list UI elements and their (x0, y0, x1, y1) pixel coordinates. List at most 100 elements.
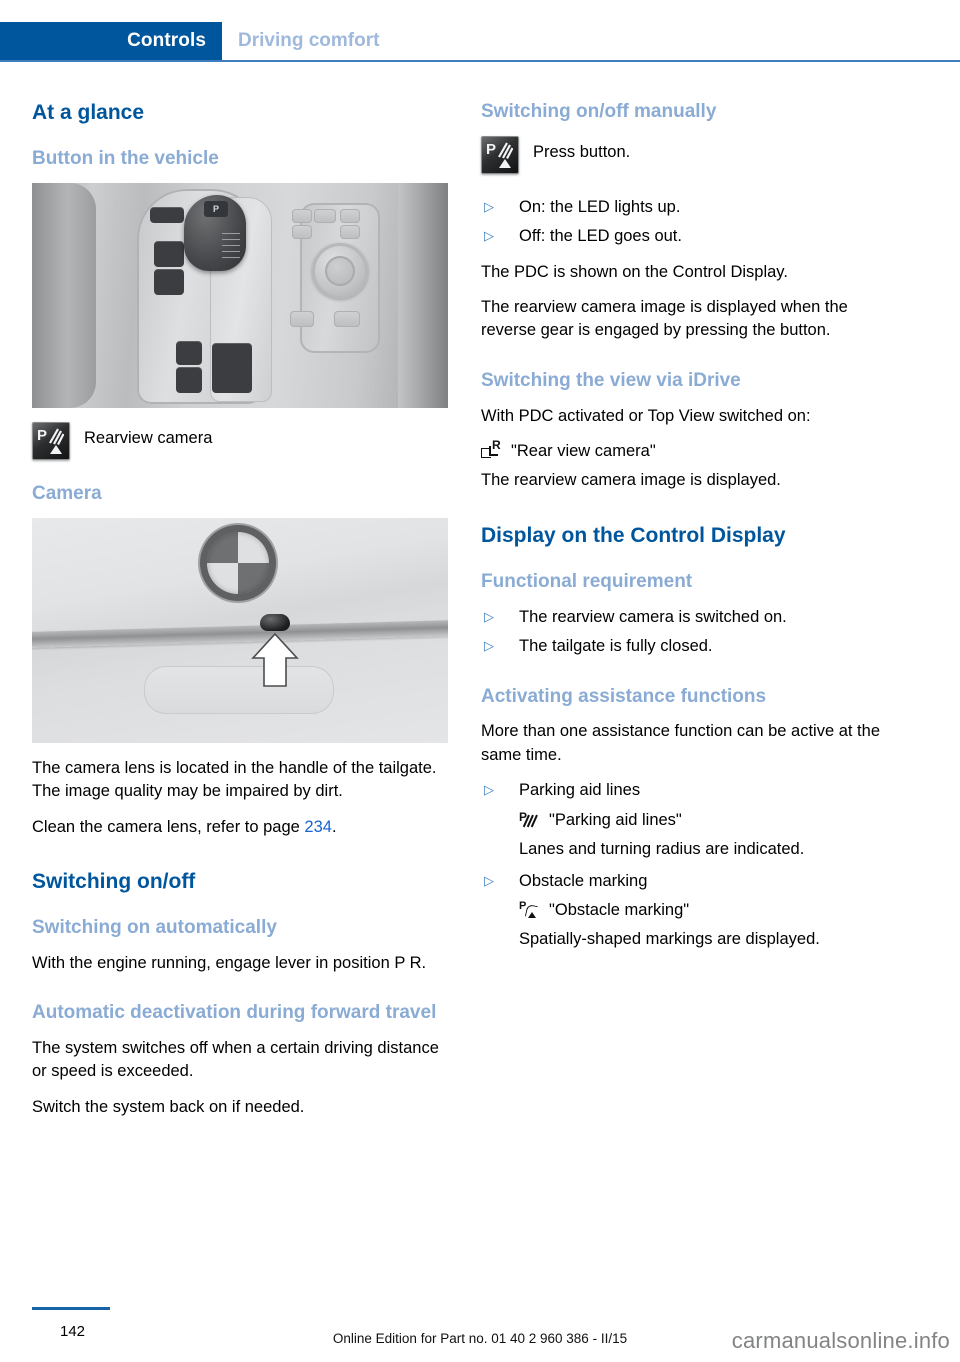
page-reference-link[interactable]: 234 (304, 818, 332, 836)
paragraph-with-pdc-activated: With PDC activated or Top View switched … (481, 406, 811, 425)
menu-entry-label: "Obstacle marking" (549, 900, 690, 919)
list-item-label: On: the LED lights up. (519, 197, 681, 216)
site-watermark: carmanualsonline.info (731, 1328, 950, 1353)
paragraph-engine-running-lever: With the engine running, engage lever in… (32, 953, 427, 972)
header-divider (0, 60, 960, 62)
license-plate-recess (144, 665, 334, 714)
heading-switching-view-via-idrive: Switching the view via iDrive (481, 369, 741, 391)
heading-automatic-deactivation: Automatic deactivation during forward tr… (32, 1002, 437, 1024)
menu-entry-obstacle-marking[interactable]: P "Obstacle marking" (519, 899, 897, 922)
idrive-button-radio (292, 208, 312, 223)
description-obstacle-marking: Spatially-shaped markings are displayed. (519, 930, 820, 949)
legend-rearview-camera-label: Rearview camera (84, 428, 213, 447)
rear-view-camera-menu-icon: R (481, 439, 503, 462)
heading-display-on-the-control-display: Display on the Control Display (481, 523, 786, 547)
pdc-icon-waves (498, 142, 513, 159)
gear-park-button: P (204, 200, 228, 217)
idrive-button-tel (340, 224, 360, 239)
console-button-trunk (176, 340, 202, 365)
parking-aid-lines-menu-icon: P (519, 811, 541, 831)
list-item: ▷ Off: the LED goes out. (481, 225, 897, 248)
bullet-triangle-icon: ▷ (484, 872, 494, 888)
camera-lens (260, 613, 290, 631)
description-parking-aid-lines: Lanes and turning radius are indicated. (519, 840, 805, 859)
pdc-icon-triangle (499, 158, 511, 168)
bullet-triangle-icon: ▷ (484, 782, 494, 798)
gear-position-scale (222, 232, 240, 263)
right-column: Switching on/off manually P Press button… (481, 100, 897, 960)
menu-entry-rear-view-camera[interactable]: R "Rear view camera" (481, 439, 897, 463)
console-right-pillar (398, 182, 448, 408)
heading-switching-on-off-manually: Switching on/off manually (481, 101, 717, 122)
list-functional-requirements: ▷ The rearview camera is switched on. ▷ … (481, 606, 897, 659)
list-item: ▷ Parking aid lines (481, 779, 897, 802)
console-button-up (154, 240, 184, 267)
breadcrumb-tab-driving-comfort[interactable]: Driving comfort (238, 22, 379, 60)
idrive-button-menu (314, 208, 336, 223)
pdc-rearview-camera-icon: P (32, 421, 70, 460)
pdc-icon-triangle (50, 444, 62, 454)
heading-camera: Camera (32, 482, 102, 504)
idrive-button-cd (292, 224, 312, 239)
page-header: Controls Driving comfort (0, 22, 960, 60)
paragraph-system-switches-off: The system switches off when a certain d… (32, 1039, 439, 1081)
bullet-triangle-icon: ▷ (484, 228, 494, 244)
menu-entry-label: "Rear view camera" (511, 442, 656, 461)
bmw-roundel-logo (207, 531, 269, 594)
instruction-press-button: P Press button. (481, 135, 897, 174)
paragraph-more-than-one-function: More than one assistance function can be… (481, 722, 880, 764)
heading-functional-requirement: Functional requirement (481, 571, 693, 593)
breadcrumb-tab-controls[interactable]: Controls (0, 22, 222, 60)
heading-at-a-glance: At a glance (32, 101, 145, 124)
list-item-label: Parking aid lines (519, 781, 641, 800)
idrive-controller-knob (312, 242, 368, 299)
clean-lens-prefix: Clean the camera lens, refer to page (32, 817, 305, 836)
list-item: ▷ On: the LED lights up. (481, 196, 897, 219)
list-item-label: The tailgate is fully closed. (519, 637, 713, 656)
list-item: ▷ The tailgate is fully closed. (481, 635, 897, 658)
left-column: At a glance Button in the vehicle P P Re… (32, 100, 448, 1131)
press-button-label: Press button. (533, 142, 631, 161)
menu-entry-label: "Parking aid lines" (549, 810, 682, 829)
obstacle-marking-menu-icon: P (519, 900, 541, 921)
paragraph-rearview-image-displayed: The rearview camera image is displayed. (481, 471, 781, 490)
heading-activating-assistance-functions: Activating assistance functions (481, 685, 767, 707)
list-item: ▷ The rearview camera is switched on. (481, 606, 897, 629)
list-assistance-parking-aid-lines: ▷ Parking aid lines (481, 779, 897, 802)
bullet-triangle-icon: ▷ (484, 638, 494, 654)
paragraph-switch-back-on: Switch the system back on if needed. (32, 1097, 305, 1116)
pdc-icon-waves (49, 428, 64, 445)
figure-center-console: P (32, 182, 448, 408)
clean-lens-suffix: . (331, 817, 337, 836)
console-button-down (154, 268, 184, 295)
bullet-triangle-icon: ▷ (484, 608, 494, 624)
paragraph-clean-camera-lens: Clean the camera lens, refer to page 234… (32, 816, 448, 839)
figure-tailgate-camera (32, 517, 448, 743)
pdc-icon-letter-p: P (486, 140, 497, 158)
menu-entry-parking-aid-lines[interactable]: P "Parking aid lines" (519, 809, 897, 832)
callout-arrow-icon (251, 632, 299, 687)
console-button-pdc (176, 366, 202, 393)
console-left-pillar (32, 182, 96, 408)
footer-divider (32, 1307, 110, 1310)
list-assistance-obstacle-marking: ▷ Obstacle marking (481, 870, 897, 893)
idrive-button-back (290, 310, 314, 327)
paragraph-pdc-shown-on-display: The PDC is shown on the Control Display. (481, 262, 788, 281)
list-led-states: ▷ On: the LED lights up. ▷ Off: the LED … (481, 196, 897, 249)
list-item-label: Off: the LED goes out. (519, 227, 682, 246)
pdc-rearview-camera-icon: P (481, 135, 519, 174)
idrive-button-nav (340, 208, 360, 223)
console-button-hdc (150, 206, 184, 223)
list-item: ▷ Obstacle marking (481, 870, 897, 893)
bullet-triangle-icon: ▷ (484, 198, 494, 214)
list-item-label: Obstacle marking (519, 871, 648, 890)
heading-button-in-the-vehicle: Button in the vehicle (32, 148, 219, 170)
list-item-label: The rearview camera is switched on. (519, 607, 787, 626)
paragraph-rearview-displayed-reverse: The rearview camera image is displayed w… (481, 298, 848, 340)
heading-switching-on-off: Switching on/off (32, 869, 196, 893)
console-button-parking-brake (212, 342, 252, 393)
legend-rearview-camera: P Rearview camera (32, 421, 448, 460)
paragraph-camera-lens-location: The camera lens is located in the handle… (32, 758, 437, 801)
pdc-icon-letter-p: P (37, 426, 48, 444)
idrive-button-option (334, 310, 360, 327)
